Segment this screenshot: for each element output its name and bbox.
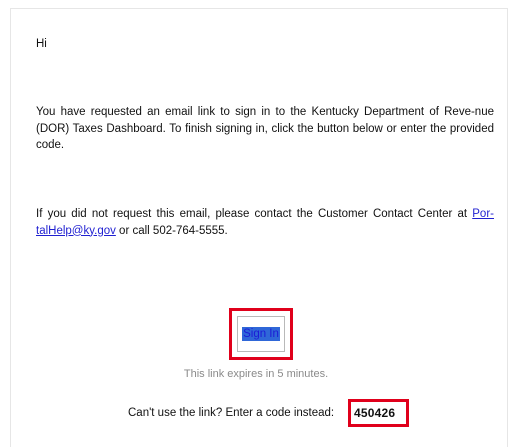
help-paragraph-suffix: or call 502-764-5555. xyxy=(115,224,228,237)
help-paragraph-prefix: If you did not request this email, pleas… xyxy=(36,208,473,220)
signin-button-label[interactable]: Sign In xyxy=(242,327,280,341)
signin-code: 450426 xyxy=(354,406,396,420)
intro-paragraph: You have requested an email link to sign… xyxy=(36,104,494,154)
signin-button[interactable]: Sign In xyxy=(237,316,285,352)
signin-highlight-box: Sign In xyxy=(229,308,293,360)
help-paragraph: If you did not request this email, pleas… xyxy=(36,206,494,239)
greeting-text: Hi xyxy=(36,38,47,50)
code-prompt: Can't use the link? Enter a code instead… xyxy=(128,407,335,419)
intro-paragraph-text: You have requested an email link to sign… xyxy=(36,106,494,151)
link-expiry-note: This link expires in 5 minutes. xyxy=(183,368,329,380)
